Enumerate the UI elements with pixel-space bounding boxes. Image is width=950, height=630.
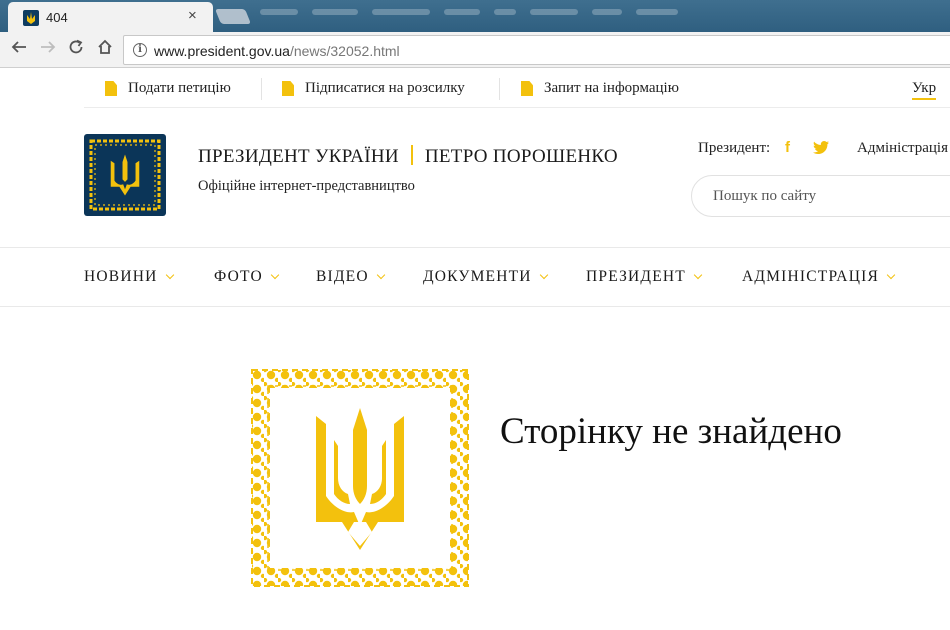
president-social-label: Президент: — [698, 140, 771, 156]
url-host: www.president.gov.ua — [154, 43, 290, 59]
divider — [499, 78, 500, 100]
chevron-down-icon — [693, 270, 703, 280]
petition-link[interactable]: Подати петицію — [105, 80, 231, 97]
language-switch[interactable]: Укр — [912, 80, 937, 100]
browser-tab[interactable]: 404 × — [8, 2, 213, 32]
nav-item-news[interactable]: НОВИНИ — [84, 268, 174, 286]
nav-item-documents[interactable]: ДОКУМЕНТИ — [423, 268, 548, 286]
nav-item-president[interactable]: ПРЕЗИДЕНТ — [586, 268, 703, 286]
administration-link[interactable]: Адміністрація — [857, 140, 948, 157]
chevron-down-icon — [886, 270, 896, 280]
nav-item-label: ВІДЕО — [316, 268, 369, 285]
trident-emblem-icon — [89, 139, 161, 211]
nav-item-label: НОВИНИ — [84, 268, 158, 285]
document-icon — [105, 81, 117, 96]
chevron-down-icon — [270, 270, 280, 280]
nav-item-label: ПРЕЗИДЕНТ — [586, 268, 686, 285]
site-favicon-icon — [23, 10, 39, 26]
browser-tab-strip: 404 × — [0, 0, 950, 32]
subscribe-link[interactable]: Підписатися на розсилку — [282, 80, 465, 97]
info-request-link[interactable]: Запит на інформацію — [521, 80, 679, 97]
error-message: Сторінку не знайдено — [500, 411, 842, 452]
nav-item-label: ДОКУМЕНТИ — [423, 268, 532, 285]
trident-emblem-icon — [250, 368, 470, 588]
url-text: www.president.gov.ua/news/32052.html — [154, 43, 400, 59]
site-title-name: ПЕТРО ПОРОШЕНКО — [424, 146, 618, 167]
browser-toolbar: i www.president.gov.ua/news/32052.html — [0, 32, 950, 68]
site-info-icon[interactable]: i — [133, 43, 147, 57]
document-icon — [282, 81, 294, 96]
petition-link-label: Подати петицію — [128, 80, 231, 96]
document-icon — [521, 81, 533, 96]
new-tab-button[interactable] — [214, 9, 252, 24]
facebook-icon[interactable]: f — [785, 139, 790, 156]
tab-title: 404 — [46, 10, 68, 25]
site-subtitle: Офіційне інтернет-представництво — [198, 178, 415, 194]
back-arrow-icon[interactable] — [8, 39, 30, 61]
reload-icon[interactable] — [65, 39, 87, 61]
site-logo[interactable] — [84, 134, 166, 216]
nav-item-label: ФОТО — [214, 268, 263, 285]
chevron-down-icon — [376, 270, 385, 280]
title-divider — [410, 145, 413, 165]
main-nav: НОВИНИ ФОТО ВІДЕО ДОКУМЕНТИ ПРЕЗИДЕНТ АД… — [0, 247, 950, 307]
chevron-down-icon — [539, 270, 548, 280]
site-title: ПРЕЗИДЕНТ УКРАЇНИ ПЕТРО ПОРОШЕНКО — [198, 145, 618, 168]
site-search-input[interactable] — [691, 175, 950, 217]
forward-arrow-icon[interactable] — [37, 39, 59, 61]
address-bar[interactable]: i www.president.gov.ua/news/32052.html — [123, 35, 950, 65]
nav-item-video[interactable]: ВІДЕО — [316, 268, 385, 286]
home-icon[interactable] — [94, 39, 116, 61]
tab-close-icon[interactable]: × — [188, 8, 197, 24]
chevron-down-icon — [165, 270, 174, 280]
site-title-president: ПРЕЗИДЕНТ УКРАЇНИ — [198, 146, 399, 167]
utility-bar: Подати петицію Підписатися на розсилку З… — [84, 70, 950, 108]
url-path: /news/32052.html — [289, 43, 400, 59]
blurred-bookmarks — [260, 6, 678, 18]
subscribe-link-label: Підписатися на розсилку — [305, 80, 465, 96]
info-request-link-label: Запит на інформацію — [544, 80, 679, 96]
nav-item-label: АДМІНІСТРАЦІЯ — [742, 268, 879, 285]
nav-item-administration[interactable]: АДМІНІСТРАЦІЯ — [742, 268, 896, 286]
divider — [261, 78, 262, 100]
nav-item-photo[interactable]: ФОТО — [214, 268, 280, 286]
twitter-icon[interactable] — [813, 141, 829, 159]
